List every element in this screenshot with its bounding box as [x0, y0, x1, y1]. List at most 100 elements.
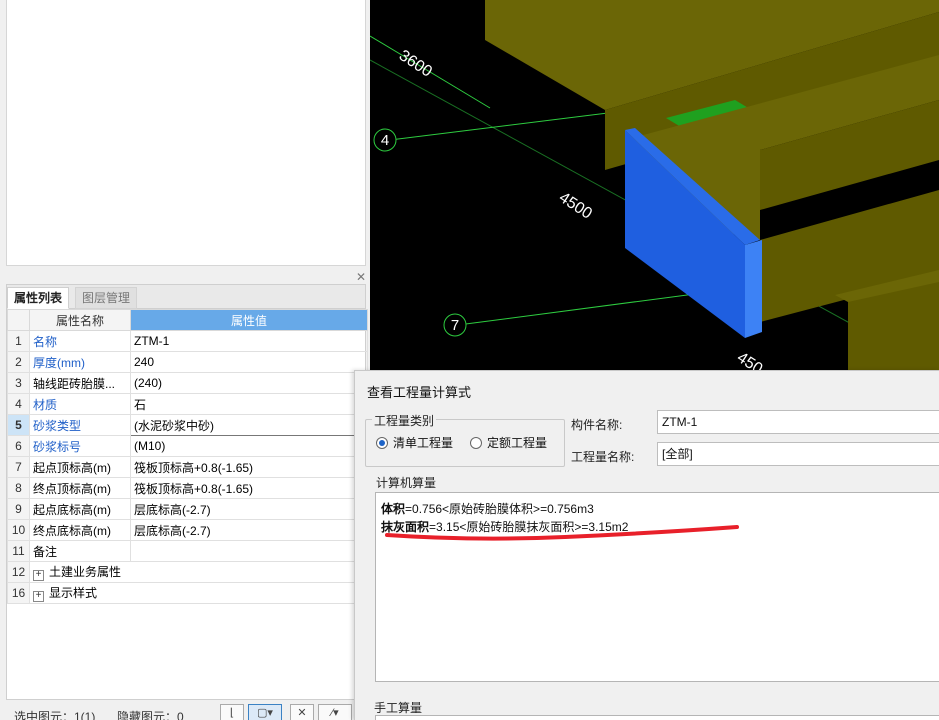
status-bar: 选中图元：1(1) 隐藏图元：0 ⌊ ▢▾ ✕ ⁄▾ [0, 700, 370, 720]
quantity-category-group: 工程量类别 清单工程量 定额工程量 [365, 412, 565, 467]
line-tool-icon[interactable]: ⁄▾ [318, 704, 352, 720]
close-icon[interactable]: ✕ [356, 270, 366, 284]
manual-calc-box[interactable] [375, 715, 939, 720]
hidden-count: 隐藏图元：0 [117, 710, 184, 720]
volume-key: 体积 [381, 502, 406, 516]
property-group-label: 土建业务属性 [49, 565, 122, 579]
selected-count: 选中图元：1(1) [14, 710, 96, 720]
quantity-name-field[interactable]: [全部] [657, 442, 939, 466]
property-value[interactable] [130, 540, 368, 562]
property-row[interactable]: 4 材质石 [7, 393, 368, 415]
property-row[interactable]: 7 起点顶标高(m) 筏板顶标高+0.8(-1.65) [7, 456, 368, 478]
property-value[interactable]: 筏板顶标高+0.8(-1.65) [130, 477, 368, 499]
3d-viewport[interactable]: 4 7 3600 4500 450 [370, 0, 939, 372]
brick-mold-front [745, 240, 762, 338]
tab-layer-management[interactable]: 图层管理 [75, 287, 138, 309]
radio-list-quantity[interactable]: 清单工程量 [376, 434, 453, 451]
axis-label-4: 4 [381, 132, 389, 149]
red-underline-annotation [385, 525, 739, 541]
row-number: 4 [7, 393, 30, 415]
row-number: 16 [7, 582, 30, 604]
dimension-label-4500: 4500 [556, 189, 595, 223]
quantity-name-label: 工程量名称: [571, 450, 635, 464]
shape-select-icon[interactable]: ▢▾ [248, 704, 282, 720]
panel-splitter[interactable]: ✕ [0, 270, 370, 284]
row-number-header [7, 309, 30, 331]
volume-value: =0.756<原始砖胎膜体积>=0.756m3 [405, 502, 594, 516]
row-number: 11 [7, 540, 30, 562]
component-name-field[interactable]: ZTM-1 [657, 410, 939, 434]
manual-calc-label: 手工算量 [372, 699, 425, 716]
property-row[interactable]: 10 终点底标高(m) 层底标高(-2.7) [7, 519, 368, 541]
model-canvas: 4 7 3600 4500 450 [370, 0, 939, 372]
property-value[interactable]: 筏板顶标高+0.8(-1.65) [130, 456, 368, 478]
select-mode-icon[interactable]: ⌊ [220, 704, 244, 720]
property-table: 属性名称 属性值 1 名称 ZTM-1 2 厚度(mm) 240 3 轴线距砖胎膜... (24… [7, 309, 368, 604]
quantity-category-label: 工程量类别 [372, 412, 437, 429]
property-row[interactable]: 11 备注 [7, 540, 368, 562]
radio-quota-quantity-label: 定额工程量 [487, 436, 548, 450]
row-number: 5 [7, 414, 30, 436]
property-group-label: 显示样式 [49, 586, 98, 600]
property-tabs: 属性列表 图层管理 [7, 285, 365, 309]
axis-label-7: 7 [451, 317, 459, 334]
row-number: 7 [7, 456, 30, 478]
row-number: 6 [7, 435, 30, 457]
property-value[interactable]: ZTM-1 [130, 330, 368, 352]
property-name: 起点底标高(m) [29, 498, 131, 520]
property-value[interactable]: 层底标高(-2.7) [130, 519, 368, 541]
radio-list-quantity-label: 清单工程量 [393, 436, 454, 450]
dimension-label-450: 450 [734, 349, 766, 372]
property-value[interactable]: (240) [130, 372, 368, 394]
component-name-label: 构件名称: [571, 418, 623, 432]
property-name: 名称 [29, 330, 131, 352]
row-number: 10 [7, 519, 30, 541]
property-name: 终点底标高(m) [29, 519, 131, 541]
property-panel: 属性列表 图层管理 属性名称 属性值 1 名称 ZTM-1 2 厚度(mm) 240 3 轴线… [6, 284, 368, 700]
property-row[interactable]: 9 起点底标高(m) 层底标高(-2.7) [7, 498, 368, 520]
quantity-formula-dialog: 查看工程量计算式 工程量类别 清单工程量 定额工程量 构件名称: ZTM-1 工… [354, 370, 939, 720]
property-value[interactable]: (M10) [130, 435, 368, 457]
property-row[interactable]: 6 砂浆标号 (M10) [7, 435, 368, 457]
row-number: 2 [7, 351, 30, 373]
property-name: 起点顶标高(m) [29, 456, 131, 478]
row-number: 3 [7, 372, 30, 394]
left-top-panel [0, 0, 370, 272]
property-name: 终点顶标高(m) [29, 477, 131, 499]
property-value[interactable]: (水泥砂浆中砂) [130, 414, 368, 436]
property-row[interactable]: 8 终点顶标高(m) 筏板顶标高+0.8(-1.65) [7, 477, 368, 499]
component-list-area[interactable] [6, 0, 366, 266]
row-number: 1 [7, 330, 30, 352]
column-header-value: 属性值 [130, 309, 368, 331]
property-value[interactable]: 石 [130, 393, 368, 415]
cross-select-icon[interactable]: ✕ [290, 704, 314, 720]
property-row[interactable]: 5 砂浆类型 (水泥砂浆中砂) [7, 414, 368, 436]
property-name: 砂浆标号 [29, 435, 131, 457]
property-row[interactable]: 1 名称 ZTM-1 [7, 330, 368, 352]
computer-calc-label: 计算机算量 [374, 474, 439, 491]
property-row[interactable]: 3 轴线距砖胎膜... (240) [7, 372, 368, 394]
property-name: + 显示样式 [29, 582, 368, 604]
property-row[interactable]: 12 + 土建业务属性 [7, 561, 368, 583]
property-name: 材质 [29, 393, 131, 415]
row-number: 9 [7, 498, 30, 520]
property-row[interactable]: 2 厚度(mm) 240 [7, 351, 368, 373]
property-value[interactable]: 240 [130, 351, 368, 373]
property-name: 轴线距砖胎膜... [29, 372, 131, 394]
dialog-title: 查看工程量计算式 [367, 385, 472, 400]
expand-icon[interactable]: + [33, 570, 44, 581]
radio-unchecked-icon [470, 436, 482, 449]
property-name: + 土建业务属性 [29, 561, 368, 583]
property-value[interactable]: 层底标高(-2.7) [130, 498, 368, 520]
property-row[interactable]: 16 + 显示样式 [7, 582, 368, 604]
dimension-label-3600: 3600 [396, 47, 435, 81]
column-header-name: 属性名称 [29, 309, 131, 331]
radio-quota-quantity[interactable]: 定额工程量 [470, 434, 547, 451]
property-name: 备注 [29, 540, 131, 562]
tab-property-list[interactable]: 属性列表 [7, 287, 70, 309]
volume-formula: 体积=0.756<原始砖胎膜体积>=0.756m3 [381, 500, 594, 517]
row-number: 12 [7, 561, 30, 583]
property-name: 砂浆类型 [29, 414, 131, 436]
property-name: 厚度(mm) [29, 351, 131, 373]
expand-icon[interactable]: + [33, 591, 44, 602]
